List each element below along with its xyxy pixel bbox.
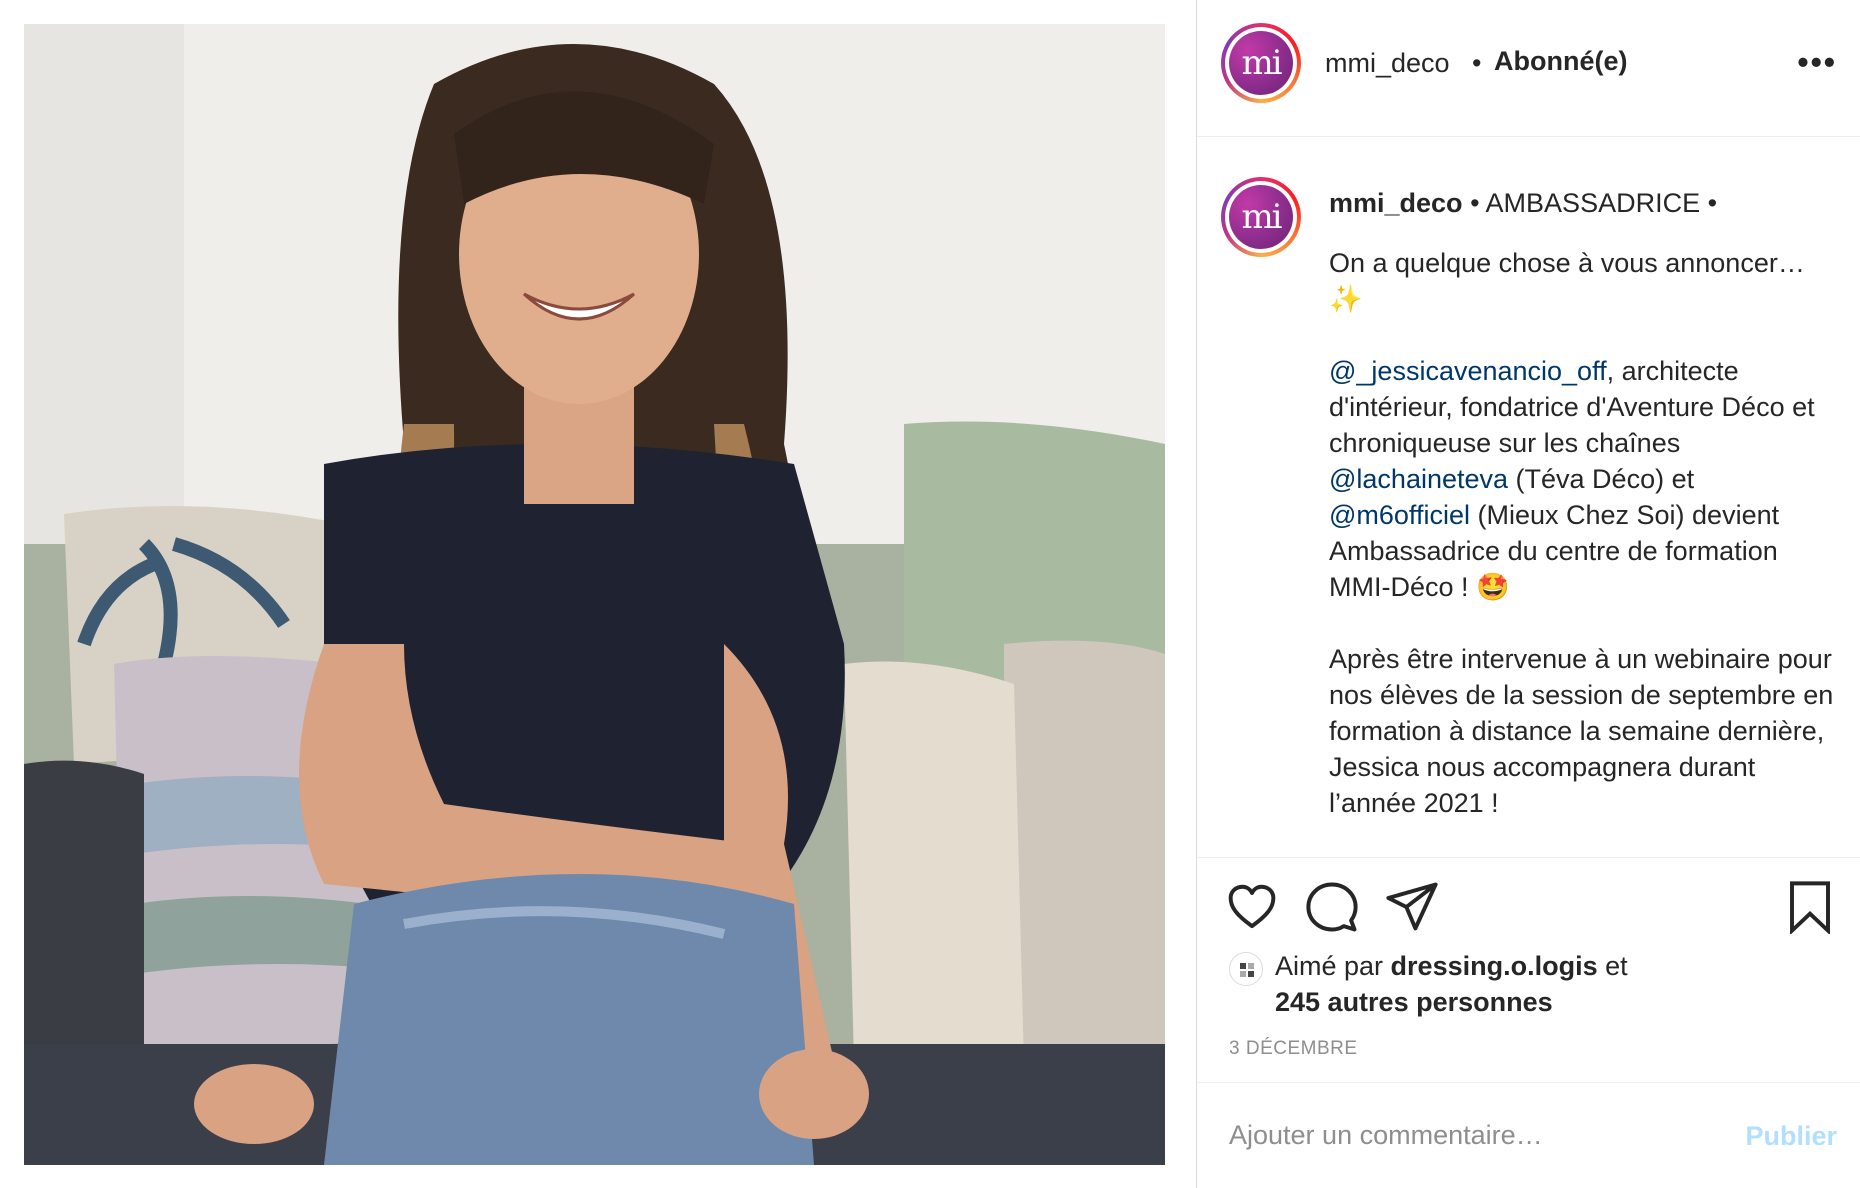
profile-avatar[interactable]: mi xyxy=(1221,23,1301,103)
liker-avatar[interactable] xyxy=(1229,952,1263,986)
caption-text-run: (Téva Déco) et xyxy=(1508,464,1695,494)
header-separator: • xyxy=(1472,48,1482,78)
post-photo-illustration xyxy=(24,24,1165,1165)
likes-count-link[interactable]: 245 autres personnes xyxy=(1275,987,1553,1017)
paper-plane-icon[interactable] xyxy=(1385,880,1439,934)
post-side-panel: mi mmi_deco • Abonné(e) ••• mi mmi_deco … xyxy=(1196,0,1860,1188)
caption-paragraph-1: On a quelque chose à vous annoncer… ✨ xyxy=(1329,248,1805,314)
caption-paragraph-3: Après être intervenue à un webinaire pou… xyxy=(1329,644,1834,818)
likes-text: Aimé par dressing.o.logis et 245 autres p… xyxy=(1275,948,1835,1020)
avatar-monogram: mi xyxy=(1229,185,1293,249)
mention-link[interactable]: @m6officiel xyxy=(1329,500,1470,530)
likes-prefix: Aimé par xyxy=(1275,951,1391,981)
follow-status-button[interactable]: Abonné(e) xyxy=(1494,46,1627,77)
post-photo[interactable] xyxy=(24,24,1165,1165)
liker-username[interactable]: dressing.o.logis xyxy=(1391,951,1598,981)
caption-avatar[interactable]: mi xyxy=(1221,177,1301,257)
post-actions xyxy=(1197,858,1860,958)
post-date[interactable]: 3 DÉCEMBRE xyxy=(1229,1038,1358,1060)
comment-input[interactable] xyxy=(1229,1111,1709,1159)
likes-middle: et xyxy=(1597,951,1628,981)
caption-text: mmi_deco • AMBASSADRICE • On a quelque c… xyxy=(1329,185,1839,857)
caption-intro: • AMBASSADRICE • xyxy=(1470,188,1718,218)
post-caption: mi mmi_deco • AMBASSADRICE • On a quelqu… xyxy=(1197,137,1860,857)
avatar-monogram: mi xyxy=(1229,31,1293,95)
post-header: mi mmi_deco • Abonné(e) ••• xyxy=(1197,0,1860,137)
heart-icon[interactable] xyxy=(1225,880,1279,934)
comment-icon[interactable] xyxy=(1305,880,1359,934)
bookmark-icon[interactable] xyxy=(1783,880,1837,936)
mention-link[interactable]: @_jessicavenancio_off xyxy=(1329,356,1607,386)
header-username[interactable]: mmi_deco xyxy=(1325,48,1450,79)
caption-username[interactable]: mmi_deco xyxy=(1329,188,1463,218)
caption-paragraph-2: @_jessicavenancio_off, architecte d'inté… xyxy=(1329,353,1839,605)
mention-link[interactable]: @lachaineteva xyxy=(1329,464,1508,494)
more-options-icon[interactable]: ••• xyxy=(1797,44,1837,81)
comment-bar: Publier xyxy=(1197,1082,1860,1188)
publish-button[interactable]: Publier xyxy=(1745,1121,1837,1152)
